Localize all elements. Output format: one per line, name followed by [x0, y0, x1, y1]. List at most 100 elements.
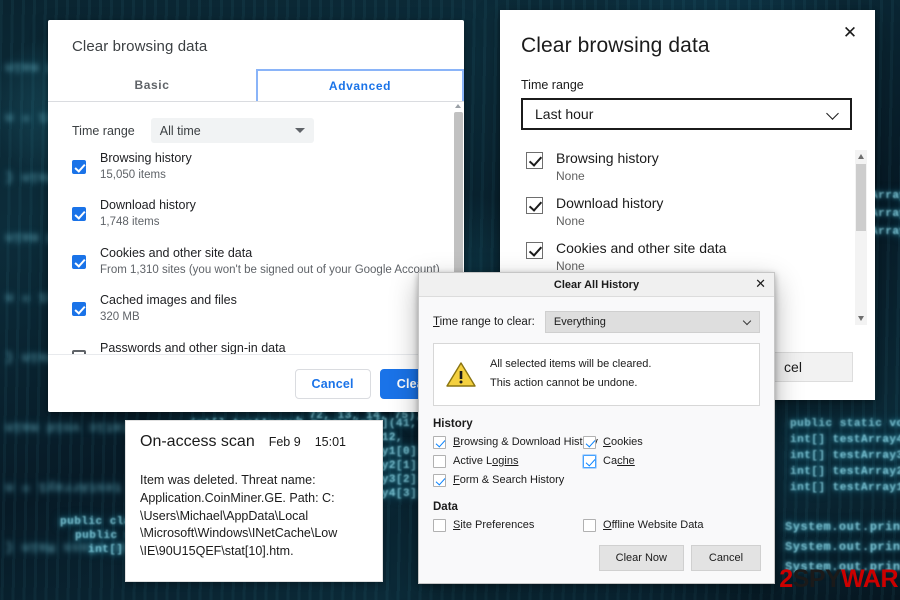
chrome-cancel-button[interactable]: Cancel [294, 368, 371, 399]
edge-time-range-value: Last hour [535, 106, 594, 122]
scroll-up-arrow-icon[interactable] [455, 104, 461, 108]
warning-triangle-icon [446, 361, 476, 388]
scan-notification-header: On-access scan Feb 9 15:01 [140, 433, 368, 451]
chrome-dialog-body: Time range All time Browsing history 15,… [48, 102, 464, 355]
firefox-item-browsing-download-history[interactable]: Browsing & Download History [433, 435, 598, 449]
checkbox-form-and-search-history[interactable] [433, 473, 446, 487]
checkbox-browsing-history[interactable] [526, 152, 543, 169]
edge-item-title: Download history [556, 195, 664, 212]
firefox-time-range-accesskey: T [433, 316, 440, 328]
firefox-data-heading: Data [433, 500, 458, 513]
edge-scrollbar[interactable] [855, 150, 867, 325]
firefox-item-active-logins[interactable]: Active Logins [433, 454, 583, 468]
firefox-item-cookies[interactable]: Cookies [583, 435, 760, 449]
chrome-item-subtitle: From 1,310 sites (you won't be signed ou… [100, 263, 440, 276]
firefox-item-form-search-history[interactable]: Form & Search History [433, 473, 583, 487]
firefox-clear-now-button[interactable]: Clear Now [598, 545, 684, 571]
firefox-item-label: orm & Search History [459, 474, 565, 486]
background-code-line: int[] testArray4[1] [790, 434, 900, 446]
firefox-accesskey: F [453, 474, 460, 486]
firefox-accesskey: O [603, 519, 612, 531]
firefox-item-label: ite Preferences [460, 519, 535, 531]
firefox-accesskey: C [603, 436, 611, 448]
edge-time-range-label: Time range [521, 78, 584, 92]
firefox-item-site-preferences[interactable]: Site Preferences [433, 518, 583, 532]
firefox-item-label: ookies [610, 436, 643, 448]
firefox-history-grid: Browsing & Download History Cookies Acti… [433, 435, 760, 487]
edge-time-range-select[interactable]: Last hour [521, 98, 852, 130]
edge-item-title: Browsing history [556, 150, 659, 166]
close-icon[interactable]: ✕ [755, 277, 766, 290]
checkbox-site-preferences[interactable] [433, 518, 446, 532]
scan-body-line: Application.CoinMiner.GE. Path: C: [140, 490, 335, 505]
chrome-item-title: Cookies and other site data [100, 245, 253, 260]
chrome-item-title: Cached images and files [100, 293, 237, 308]
firefox-item-label: ffline Website Data [611, 519, 704, 531]
background-code-line: int[] testArray3 = n [790, 450, 900, 462]
site-watermark-logo: 2SPYWAR [779, 567, 898, 592]
tab-basic[interactable]: Basic [48, 69, 256, 101]
antivirus-scan-notification[interactable]: On-access scan Feb 9 15:01 Item was dele… [125, 420, 383, 582]
firefox-item-label: Active L [453, 455, 493, 467]
edge-dialog-title: Clear browsing data [521, 34, 710, 57]
edge-item-download-history[interactable]: Download history None [500, 189, 875, 234]
checkbox-passwords-and-other-sign-in-data[interactable] [72, 349, 86, 354]
firefox-time-range-select[interactable]: Everything [544, 311, 760, 333]
background-code-line: int[] testArray2 = n [790, 466, 900, 478]
chrome-time-range-select[interactable]: All time [150, 118, 314, 143]
chrome-scrollbar-thumb[interactable] [454, 112, 463, 294]
chrome-item-subtitle: 15,050 items [100, 168, 166, 181]
watermark-part-2: SPY [792, 565, 842, 593]
scan-body-line: \Users\Michael\AppData\Local [140, 508, 309, 523]
chrome-time-range-label: Time range [72, 123, 135, 138]
firefox-data-grid: Site Preferences Offline Website Data [433, 518, 760, 532]
edge-item-subtitle: None [556, 169, 585, 184]
close-icon[interactable]: ✕ [835, 20, 865, 46]
firefox-accesskey: che [617, 455, 635, 467]
chrome-item-passwords[interactable]: Passwords and other sign-in data 75 pass… [48, 333, 464, 355]
watermark-part-1: 2 [779, 565, 793, 593]
firefox-warning-box: All selected items will be cleared. This… [433, 343, 760, 406]
checkbox-download-history[interactable] [526, 197, 543, 215]
firefox-item-cache[interactable]: Cache [583, 454, 760, 468]
checkbox-cookies-and-other-site-data[interactable] [526, 242, 543, 260]
scan-notification-body: Item was deleted. Threat name: Applicati… [140, 472, 368, 561]
chevron-down-icon [826, 107, 839, 120]
checkbox-cached-images-and-files[interactable] [72, 302, 86, 317]
checkbox-browsing-and-download-history[interactable] [433, 435, 446, 449]
tab-basic-label: Basic [134, 78, 170, 92]
chevron-down-icon [294, 128, 305, 133]
checkbox-active-logins[interactable] [433, 454, 446, 468]
scan-notification-title: On-access scan [140, 433, 255, 450]
firefox-cancel-button[interactable]: Cancel [691, 545, 761, 571]
scroll-up-arrow-icon[interactable] [858, 154, 864, 159]
background-code-line: System.out.println [785, 540, 900, 554]
chrome-item-cookies[interactable]: Cookies and other site data From 1,310 s… [48, 238, 464, 285]
chrome-item-browsing-history[interactable]: Browsing history 15,050 items [48, 143, 464, 190]
edge-item-browsing-history[interactable]: Browsing history None [500, 144, 875, 189]
firefox-clear-all-history-dialog: Clear All History ✕ Time range to clear:… [418, 272, 775, 584]
background-code-line: public static void ma [790, 418, 900, 430]
scroll-down-arrow-icon[interactable] [858, 316, 864, 321]
firefox-time-range-row: Time range to clear: Everything [419, 297, 774, 333]
chrome-item-title: Passwords and other sign-in data [100, 340, 286, 355]
tab-advanced[interactable]: Advanced [256, 69, 464, 101]
checkbox-cookies-and-other-site-data[interactable] [72, 254, 86, 269]
checkbox-browsing-history[interactable] [72, 160, 86, 174]
checkbox-download-history[interactable] [72, 207, 86, 222]
chevron-down-icon [742, 316, 752, 326]
checkbox-cookies[interactable] [583, 435, 596, 449]
firefox-time-range-label-rest: ime range to clear: [439, 316, 535, 328]
edge-scrollbar-thumb[interactable] [856, 164, 866, 231]
firefox-item-label: Ca [603, 455, 618, 467]
chrome-item-title: Browsing history [100, 151, 192, 165]
firefox-dialog-buttons: Clear Now Cancel [598, 545, 761, 571]
checkbox-cache[interactable] [583, 454, 596, 468]
firefox-dialog-titlebar: Clear All History ✕ [419, 273, 774, 297]
firefox-history-heading: History [433, 417, 473, 430]
chrome-item-cached-images[interactable]: Cached images and files 320 MB [48, 285, 464, 332]
checkbox-offline-website-data[interactable] [583, 518, 596, 532]
firefox-item-offline-website-data[interactable]: Offline Website Data [583, 518, 760, 532]
chrome-item-download-history[interactable]: Download history 1,748 items [48, 190, 464, 237]
edge-item-title: Cookies and other site data [556, 240, 727, 257]
